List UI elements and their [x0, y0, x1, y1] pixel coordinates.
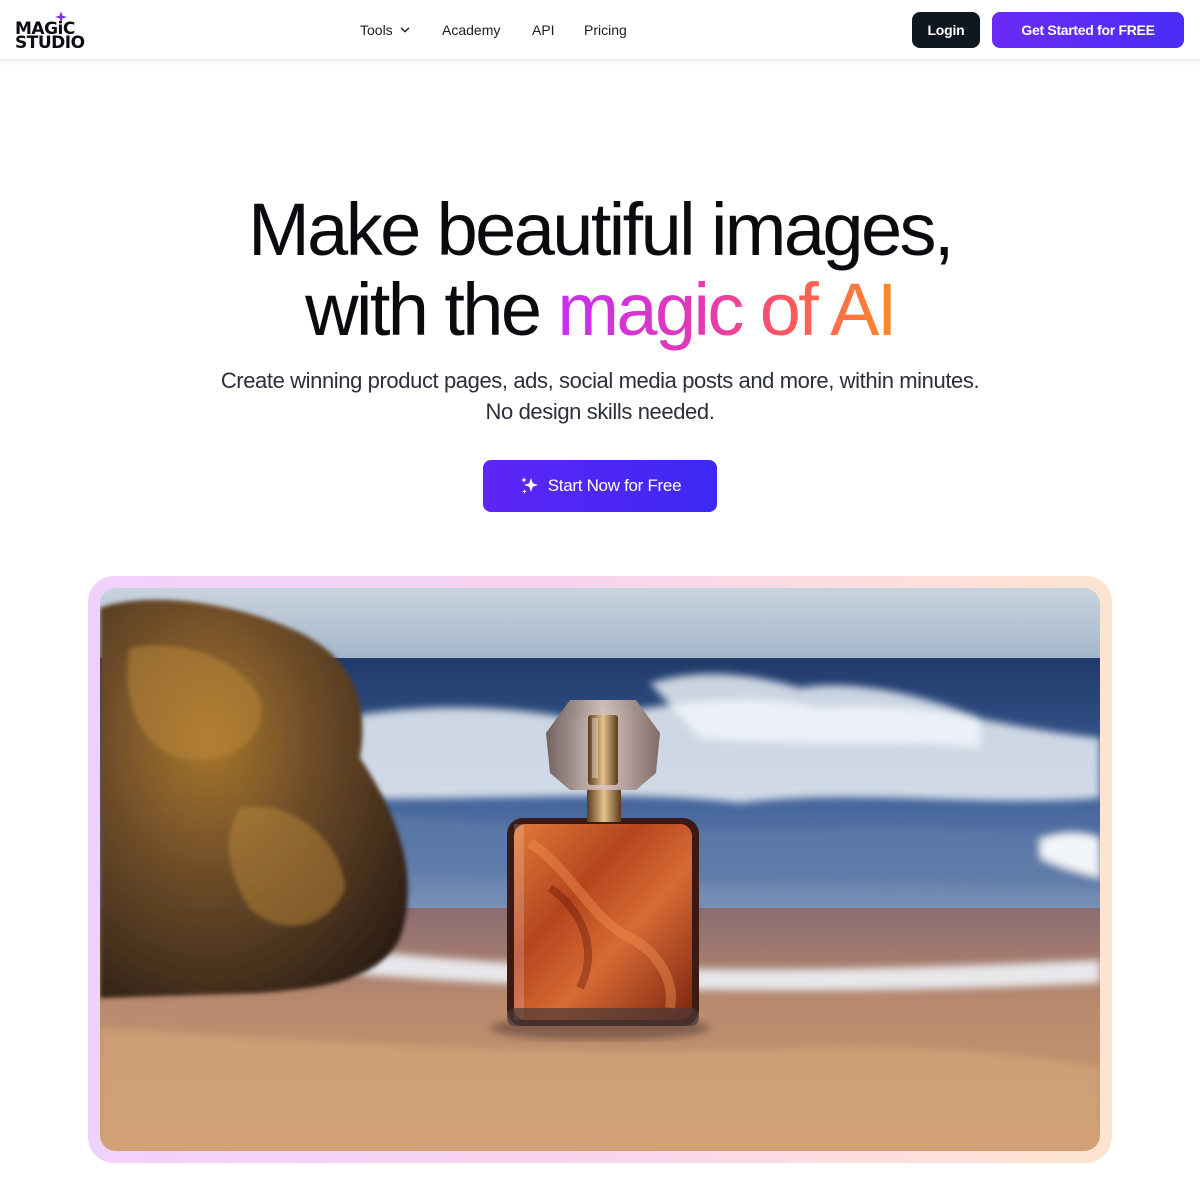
chevron-down-icon [400, 27, 409, 33]
login-button[interactable]: Login [912, 12, 980, 48]
nav-tools[interactable]: Tools [360, 0, 410, 60]
nav-tools-label: Tools [360, 22, 393, 38]
showcase-image [100, 588, 1100, 1151]
nav-pricing-label: Pricing [584, 22, 627, 38]
nav-api[interactable]: API [532, 0, 555, 60]
logo-text-bottom: STUDIO [15, 33, 85, 53]
start-now-button[interactable]: Start Now for Free [483, 460, 717, 512]
sparkles-icon [520, 477, 538, 494]
get-started-button[interactable]: Get Started for FREE [992, 12, 1184, 48]
hero-headline-line2: with the magic of AI [0, 270, 1200, 350]
site-header: MAGiC STUDIO Tools Academy API Pricing L… [0, 0, 1200, 60]
hero-headline-plain: with the [305, 268, 558, 351]
nav-academy-label: Academy [442, 22, 501, 38]
hero-subtitle-line2: No design skills needed. [485, 399, 715, 424]
hero-headline-line1: Make beautiful images, [248, 188, 954, 271]
nav-academy[interactable]: Academy [442, 0, 500, 60]
start-now-label: Start Now for Free [547, 476, 682, 495]
nav-api-label: API [532, 22, 555, 38]
hero-subtitle-line1: Create winning product pages, ads, socia… [220, 368, 980, 393]
nav-pricing[interactable]: Pricing [584, 0, 627, 60]
magic-studio-logo[interactable]: MAGiC STUDIO [15, 11, 85, 52]
hero-headline-gradient: magic of AI [557, 268, 897, 351]
perfume-beach-illustration [100, 588, 1100, 1151]
